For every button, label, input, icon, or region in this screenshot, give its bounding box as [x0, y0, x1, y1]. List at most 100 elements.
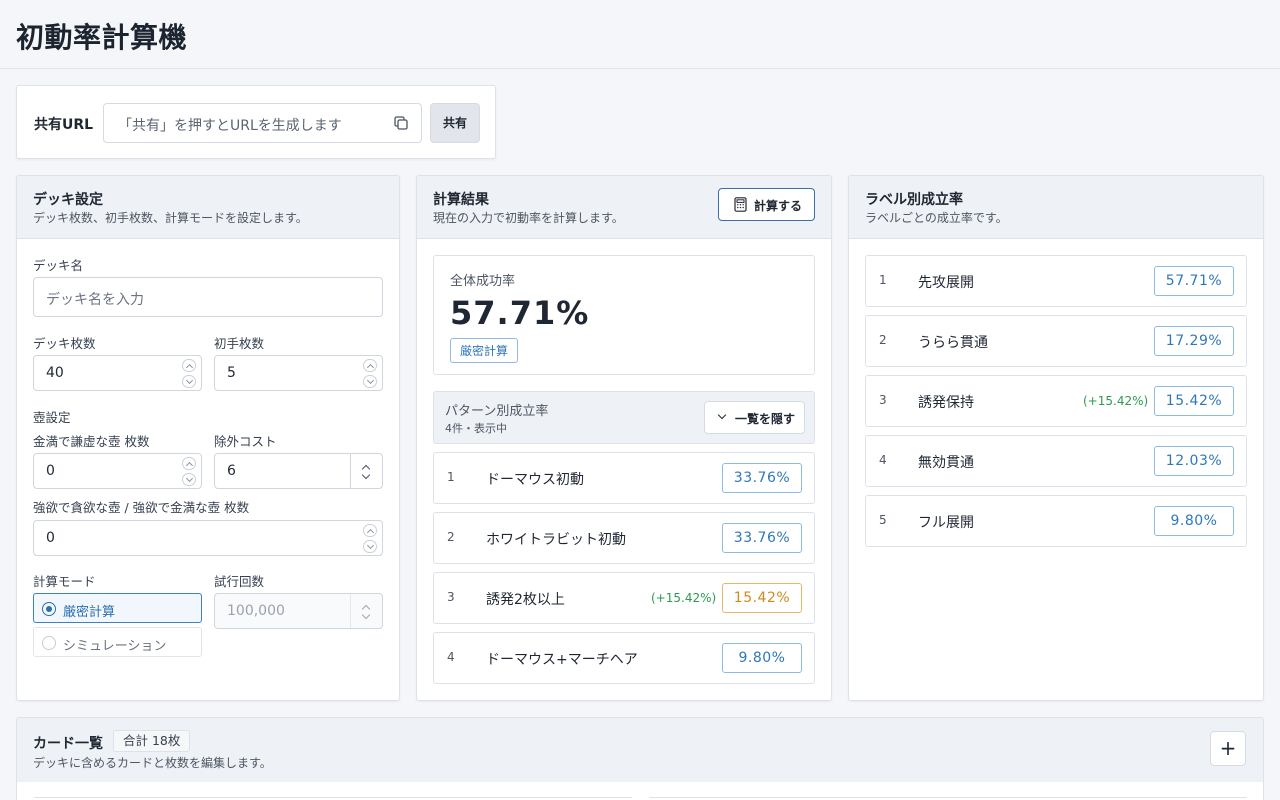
overall-rate-label: 全体成功率: [450, 274, 516, 289]
deck-settings-header: デッキ設定 デッキ枚数、初手枚数、計算モードを設定します。: [17, 176, 399, 239]
card-list-title: カード一覧: [33, 736, 103, 752]
pattern-list-title: パターン別成立率: [445, 404, 549, 419]
exclude-cost-value: 6: [227, 463, 236, 479]
deck-name-input[interactable]: デッキ名を入力: [33, 277, 383, 317]
deck-name-label: デッキ名: [33, 258, 84, 273]
pot-modest-stepper[interactable]: [182, 457, 197, 489]
pot-greed-stepper[interactable]: [363, 524, 378, 556]
label-index: 5: [879, 513, 887, 527]
pattern-row[interactable]: 2 ホワイトラビット初動 33.76%: [433, 512, 815, 564]
result-header: 計算結果 現在の入力で初動率を計算します。 計算する: [417, 176, 831, 239]
pattern-rate: 15.42%: [722, 583, 802, 613]
deck-settings-panel: デッキ設定 デッキ枚数、初手枚数、計算モードを設定します。 デッキ名 デッキ名を…: [16, 175, 400, 701]
app-header: 初動率計算機: [0, 0, 1280, 69]
pattern-row[interactable]: 1 ドーマウス初動 33.76%: [433, 452, 815, 504]
pot-greed-value: 0: [46, 530, 55, 546]
deck-size-input[interactable]: 40: [33, 355, 202, 391]
result-subtitle: 現在の入力で初動率を計算します。: [433, 211, 624, 225]
label-index: 4: [879, 453, 887, 467]
hide-list-button[interactable]: 一覧を隠す: [704, 401, 805, 434]
label-rate: 9.80%: [1154, 506, 1234, 536]
hide-list-button-label: 一覧を隠す: [735, 412, 796, 426]
label-delta: (+15.42%): [1083, 394, 1149, 408]
trials-input: 100,000: [214, 593, 383, 629]
pot-modest-input[interactable]: 0: [33, 453, 202, 489]
card-count-badge: 合計 18枚: [113, 730, 191, 752]
pattern-row[interactable]: 4 ドーマウス+マーチヘア 9.80%: [433, 632, 815, 684]
copy-icon[interactable]: [393, 115, 409, 131]
pattern-rate: 33.76%: [722, 463, 802, 493]
pattern-list-meta: 4件・表示中: [445, 422, 507, 435]
share-card: 共有URL 「共有」を押すとURLを生成します 共有: [16, 85, 496, 159]
pattern-name: 誘発2枚以上: [486, 592, 565, 608]
deck-size-stepper[interactable]: [182, 359, 197, 391]
label-rate: 17.29%: [1154, 326, 1234, 356]
mode-badge: 厳密計算: [450, 338, 519, 363]
exclude-cost-select[interactable]: 6: [214, 453, 383, 489]
mode-option-simulation[interactable]: シミュレーション: [33, 627, 202, 657]
hand-size-input[interactable]: 5: [214, 355, 383, 391]
pattern-row[interactable]: 3 誘発2枚以上 (+15.42%) 15.42%: [433, 572, 815, 624]
share-url-placeholder: 「共有」を押すとURLを生成します: [118, 118, 342, 134]
label-rate: 15.42%: [1154, 386, 1234, 416]
mode-option-exact[interactable]: 厳密計算: [33, 593, 202, 623]
pattern-index: 1: [447, 470, 455, 484]
pot-greed-input[interactable]: 0: [33, 520, 383, 556]
label-rates-title: ラベル別成立率: [865, 192, 963, 208]
label-rate: 12.03%: [1154, 446, 1234, 476]
pattern-name: ドーマウス+マーチヘア: [486, 652, 638, 668]
trials-label: 試行回数: [214, 574, 265, 589]
card-list-body: [16, 782, 1264, 800]
mode-option-simulation-label: シミュレーション: [63, 639, 167, 654]
pot-greed-label: 強欲で貪欲な壺 / 強欲で金満な壺 枚数: [33, 500, 250, 515]
pattern-rate: 33.76%: [722, 523, 802, 553]
radio-unselected-icon: [42, 636, 56, 650]
label-rates-header: ラベル別成立率 ラベルごとの成立率です。: [849, 176, 1263, 239]
deck-settings-subtitle: デッキ枚数、初手枚数、計算モードを設定します。: [33, 211, 308, 225]
trials-placeholder: 100,000: [227, 603, 285, 619]
pattern-index: 4: [447, 650, 455, 664]
chevron-updown-icon[interactable]: [350, 454, 382, 488]
hand-size-value: 5: [227, 365, 236, 381]
pattern-delta: (+15.42%): [651, 591, 717, 605]
label-row: 4 無効貫通 12.03%: [865, 435, 1247, 487]
pattern-name: ホワイトラビット初動: [486, 532, 626, 548]
overall-rate-card: 全体成功率 57.71% 厳密計算: [433, 255, 815, 375]
share-url-label: 共有URL: [34, 117, 94, 133]
calculate-button[interactable]: 計算する: [718, 188, 815, 221]
label-name: 誘発保持: [918, 395, 974, 411]
label-row: 1 先攻展開 57.71%: [865, 255, 1247, 307]
mode-label: 計算モード: [33, 574, 96, 589]
hand-size-stepper[interactable]: [363, 359, 378, 391]
deck-size-label: デッキ枚数: [33, 336, 96, 351]
add-card-button[interactable]: +: [1210, 731, 1246, 766]
pattern-index: 2: [447, 530, 455, 544]
share-button[interactable]: 共有: [430, 103, 480, 143]
pattern-index: 3: [447, 590, 455, 604]
pattern-rate: 9.80%: [722, 643, 802, 673]
card-list-subtitle: デッキに含めるカードと枚数を編集します。: [33, 756, 272, 770]
calculator-icon: [734, 197, 747, 212]
result-panel: 計算結果 現在の入力で初動率を計算します。 計算する 全体成功率 57.71% …: [416, 175, 832, 701]
pot-modest-label: 金満で謙虚な壺 枚数: [33, 434, 150, 449]
pattern-name: ドーマウス初動: [486, 472, 584, 488]
label-rate: 57.71%: [1154, 266, 1234, 296]
pot-section-label: 壺設定: [33, 410, 71, 425]
deck-name-placeholder: デッキ名を入力: [46, 292, 144, 308]
label-index: 3: [879, 393, 887, 407]
label-index: 1: [879, 273, 887, 287]
label-name: うらら貫通: [918, 335, 988, 351]
label-row: 2 うらら貫通 17.29%: [865, 315, 1247, 367]
label-rates-subtitle: ラベルごとの成立率です。: [865, 211, 1008, 225]
share-url-field[interactable]: 「共有」を押すとURLを生成します: [103, 103, 422, 143]
label-name: フル展開: [918, 515, 974, 531]
hand-size-label: 初手枚数: [214, 336, 265, 351]
chevron-down-icon: [717, 410, 727, 420]
label-name: 無効貫通: [918, 455, 974, 471]
label-row: 3 誘発保持 (+15.42%) 15.42%: [865, 375, 1247, 427]
pattern-list-header: パターン別成立率 4件・表示中 一覧を隠す: [433, 391, 815, 444]
result-title: 計算結果: [433, 192, 489, 208]
exclude-cost-label: 除外コスト: [214, 434, 277, 449]
chevron-updown-icon: [350, 594, 382, 628]
deck-settings-title: デッキ設定: [33, 192, 103, 208]
